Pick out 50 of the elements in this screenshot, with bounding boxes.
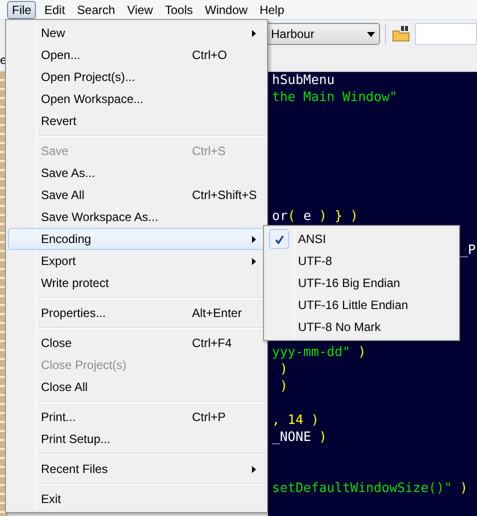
menu-item[interactable]: Recent Files (8, 458, 265, 480)
code-text: or (272, 209, 288, 224)
search-field[interactable] (415, 23, 477, 45)
code-text: setDefaultWindowSize()" (272, 481, 452, 496)
menu-item[interactable]: Open Workspace... (8, 88, 265, 110)
dropdown-value: Harbour (271, 26, 314, 43)
menu-title[interactable]: Tools (160, 0, 198, 18)
menu-item[interactable]: UTF-16 Big Endian (266, 272, 457, 294)
menu-item[interactable]: Open Project(s)... (8, 66, 265, 88)
menu-item[interactable]: UTF-8 No Mark (266, 316, 457, 338)
dropdown-arrow-icon (367, 32, 375, 36)
menu-title[interactable]: Help (254, 0, 290, 18)
code-text: e (303, 209, 312, 224)
menu-item[interactable]: New (8, 22, 265, 44)
code-text: _NONE (272, 430, 312, 445)
menu-item[interactable]: Open... Ctrl+O (8, 44, 265, 66)
menu-item[interactable]: Print... Ctrl+P (8, 406, 265, 428)
code-text: hSubMenu (272, 73, 335, 88)
code-text: ) (318, 430, 327, 445)
code-text: yyy-mm-dd" (272, 345, 350, 360)
code-text: _P (460, 243, 476, 258)
menu-item[interactable]: UTF-16 Little Endian (266, 294, 457, 316)
menu-item[interactable]: Encoding (8, 228, 265, 250)
code-text: ) (278, 379, 288, 394)
menu-title[interactable]: File (7, 0, 36, 18)
menu-item[interactable]: Export (8, 250, 265, 272)
menu-item[interactable]: Save As... (8, 162, 265, 184)
checkmark-icon (274, 234, 284, 244)
menu-item[interactable]: ANSI (266, 228, 457, 250)
menu-item[interactable]: Save Workspace As... (8, 206, 265, 228)
menu-title[interactable]: Window (200, 0, 253, 18)
menu-item[interactable]: Exit (8, 488, 265, 510)
menu-title[interactable]: View (122, 0, 158, 18)
menu-item[interactable]: Properties... Alt+Enter (8, 302, 265, 324)
menu-item[interactable]: Revert (8, 110, 265, 132)
code-text: ) (458, 481, 468, 496)
code-text: ) (357, 345, 366, 360)
menu-item[interactable]: Close All (8, 376, 265, 398)
code-text: , 14 ) (272, 413, 319, 428)
menu-item[interactable]: Close Ctrl+F4 (8, 332, 265, 354)
menu-item[interactable]: Save All Ctrl+Shift+S (8, 184, 265, 206)
code-text: the Main Window" (272, 90, 398, 105)
code-text: ( (288, 209, 296, 224)
menu-item[interactable]: Write protect (8, 272, 265, 294)
code-text: ) (278, 362, 288, 377)
menu-item[interactable]: Print Setup... (8, 428, 265, 450)
menu-title[interactable]: Edit (39, 0, 70, 18)
menu-title[interactable]: Search (72, 0, 120, 18)
menu-item[interactable]: UTF-8 (266, 250, 457, 272)
code-text: ) } ) (318, 209, 358, 224)
